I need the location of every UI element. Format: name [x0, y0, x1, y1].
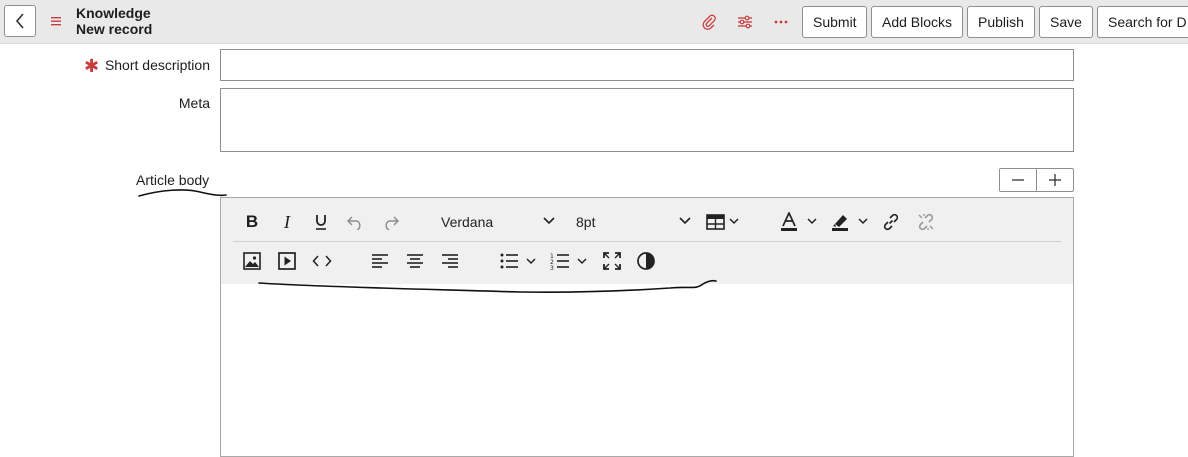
more-icon[interactable]: [770, 11, 792, 33]
form-header: Knowledge New record Submit Add Blocks P…: [0, 0, 1188, 44]
paperclip-icon[interactable]: [698, 11, 720, 33]
chevron-down-icon: [679, 217, 691, 225]
submit-button[interactable]: Submit: [802, 6, 867, 38]
contrast-icon[interactable]: [634, 249, 658, 273]
minus-icon: [1012, 179, 1024, 181]
required-indicator-icon: ✱: [84, 56, 100, 76]
meta-label: Meta: [178, 95, 210, 111]
chevron-down-icon: [543, 217, 555, 225]
record-title: Knowledge New record: [76, 5, 152, 37]
italic-icon[interactable]: I: [276, 210, 298, 234]
toolbar-divider: [233, 241, 1061, 242]
meta-textarea[interactable]: [220, 88, 1074, 152]
zoom-out-button[interactable]: [1000, 169, 1036, 191]
insert-image-icon[interactable]: [240, 249, 264, 273]
editor-zoom-controls: [999, 168, 1074, 192]
align-right-icon[interactable]: [439, 249, 461, 273]
plus-icon: [1049, 174, 1061, 186]
record-name: New record: [76, 21, 153, 37]
table-icon[interactable]: [704, 210, 744, 234]
chevron-left-icon: [15, 13, 24, 29]
redo-icon[interactable]: [380, 210, 402, 234]
insert-media-icon[interactable]: [275, 249, 299, 273]
hamburger-menu-icon[interactable]: [48, 13, 64, 29]
unlink-icon[interactable]: [914, 210, 938, 234]
numbered-list-icon[interactable]: 1 2 3: [549, 249, 593, 273]
link-icon[interactable]: [879, 210, 903, 234]
align-center-icon[interactable]: [404, 249, 426, 273]
highlight-color-icon[interactable]: [829, 210, 873, 234]
text-color-icon[interactable]: [778, 210, 822, 234]
editor-toolbar: B I Verdana 8pt 1 2 3: [221, 198, 1073, 284]
align-left-icon[interactable]: [369, 249, 391, 273]
source-code-icon[interactable]: [310, 249, 334, 273]
bold-icon[interactable]: B: [241, 210, 263, 234]
editor-content-area[interactable]: [221, 284, 1073, 456]
search-button[interactable]: Search for D: [1097, 6, 1188, 38]
zoom-in-button[interactable]: [1036, 169, 1073, 191]
font-size-select[interactable]: 8pt: [569, 210, 693, 234]
font-family-value: Verdana: [441, 214, 494, 230]
fullscreen-icon[interactable]: [600, 249, 624, 273]
font-size-value: 8pt: [576, 214, 596, 230]
sliders-icon[interactable]: [734, 11, 756, 33]
underline-icon[interactable]: [310, 210, 332, 234]
table-name: Knowledge: [76, 5, 151, 21]
back-button[interactable]: [4, 5, 36, 37]
bullet-list-icon[interactable]: [498, 249, 542, 273]
svg-text:3: 3: [550, 265, 554, 270]
article-body-editor: B I Verdana 8pt 1 2 3: [220, 197, 1074, 457]
undo-icon[interactable]: [344, 210, 366, 234]
article-body-label: Article body: [136, 172, 210, 188]
publish-button[interactable]: Publish: [967, 6, 1035, 38]
save-button[interactable]: Save: [1039, 6, 1093, 38]
short-description-label: Short description: [104, 57, 210, 73]
add-blocks-button[interactable]: Add Blocks: [871, 6, 963, 38]
short-description-input[interactable]: [220, 49, 1074, 81]
font-family-select[interactable]: Verdana: [433, 210, 561, 234]
